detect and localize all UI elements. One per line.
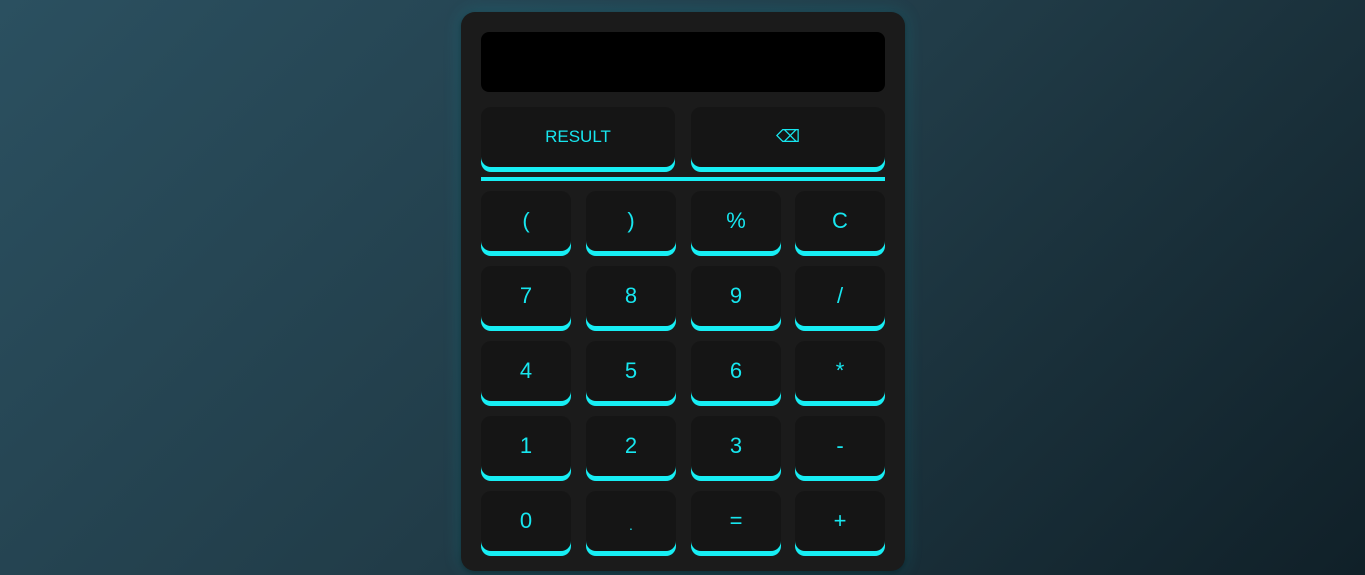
key-label: + bbox=[833, 508, 847, 533]
result-button[interactable]: RESULT bbox=[481, 107, 675, 167]
key-label: = bbox=[729, 508, 743, 533]
divider bbox=[481, 177, 885, 181]
key-label: 8 bbox=[624, 283, 638, 308]
key-label: 1 bbox=[519, 433, 533, 458]
key-9[interactable]: 9 bbox=[691, 266, 781, 326]
key-label: . bbox=[629, 517, 633, 533]
key-label: 0 bbox=[519, 508, 533, 533]
key-label: * bbox=[835, 358, 845, 383]
key-percent[interactable]: % bbox=[691, 191, 781, 251]
key-7[interactable]: 7 bbox=[481, 266, 571, 326]
key-4[interactable]: 4 bbox=[481, 341, 571, 401]
key-multiply[interactable]: * bbox=[795, 341, 885, 401]
key-label: 2 bbox=[624, 433, 638, 458]
key-subtract[interactable]: - bbox=[795, 416, 885, 476]
key-close-paren[interactable]: ) bbox=[586, 191, 676, 251]
key-label: 3 bbox=[729, 433, 743, 458]
key-label: C bbox=[832, 208, 848, 233]
key-label: ) bbox=[627, 208, 635, 233]
key-label: % bbox=[726, 208, 746, 233]
result-button-label: RESULT bbox=[545, 127, 611, 146]
key-0[interactable]: 0 bbox=[481, 491, 571, 551]
key-1[interactable]: 1 bbox=[481, 416, 571, 476]
calculator: RESULT ⌫ ( ) % C 7 8 9 / 4 5 6 * 1 2 3 -… bbox=[461, 12, 905, 571]
backspace-button[interactable]: ⌫ bbox=[691, 107, 885, 167]
display-screen bbox=[481, 32, 885, 92]
key-label: 5 bbox=[624, 358, 638, 383]
key-2[interactable]: 2 bbox=[586, 416, 676, 476]
key-label: / bbox=[836, 283, 844, 308]
key-divide[interactable]: / bbox=[795, 266, 885, 326]
key-label: ( bbox=[522, 208, 530, 233]
key-label: 4 bbox=[519, 358, 533, 383]
key-label: 9 bbox=[729, 283, 743, 308]
key-8[interactable]: 8 bbox=[586, 266, 676, 326]
key-decimal[interactable]: . bbox=[586, 491, 676, 551]
backspace-icon: ⌫ bbox=[775, 127, 801, 147]
key-clear[interactable]: C bbox=[795, 191, 885, 251]
key-open-paren[interactable]: ( bbox=[481, 191, 571, 251]
key-6[interactable]: 6 bbox=[691, 341, 781, 401]
key-add[interactable]: + bbox=[795, 491, 885, 551]
key-3[interactable]: 3 bbox=[691, 416, 781, 476]
key-label: - bbox=[836, 433, 844, 458]
key-label: 6 bbox=[729, 358, 743, 383]
key-5[interactable]: 5 bbox=[586, 341, 676, 401]
key-label: 7 bbox=[519, 283, 533, 308]
key-equals[interactable]: = bbox=[691, 491, 781, 551]
